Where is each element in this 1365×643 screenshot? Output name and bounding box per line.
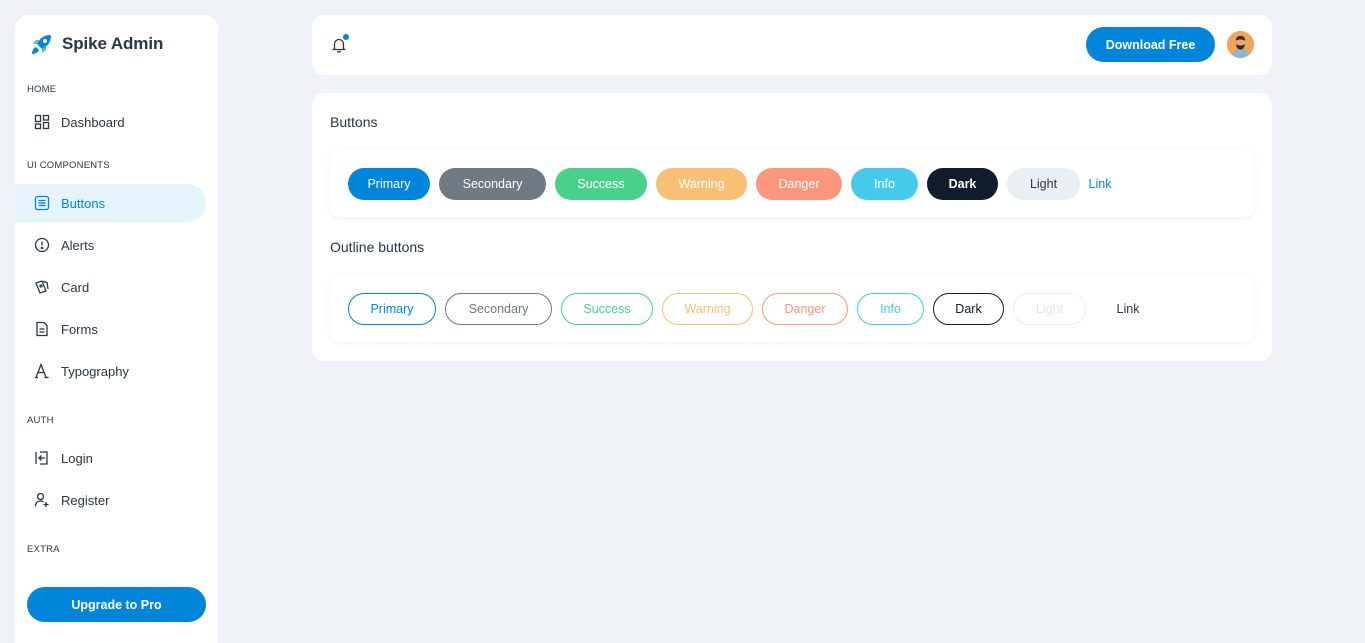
nav-caption-auth: AUTH [27, 415, 54, 426]
outline-link-button[interactable]: Link [1110, 293, 1146, 325]
nav-caption-home: HOME [27, 84, 57, 95]
brand[interactable]: Spike Admin [28, 29, 163, 59]
list-icon [34, 195, 50, 211]
upgrade-to-pro-button[interactable]: Upgrade to Pro [27, 587, 206, 622]
info-button[interactable]: Info [851, 168, 918, 200]
sidebar-item-forms[interactable]: Forms [15, 310, 206, 348]
sidebar-item-label: Typography [61, 363, 129, 379]
alert-circle-icon [34, 237, 50, 253]
link-button[interactable]: Link [1082, 168, 1118, 200]
sidebar: Spike Admin HOME Dashboard UI COMPONENTS… [15, 15, 218, 643]
brand-name: Spike Admin [62, 34, 164, 53]
avatar[interactable] [1227, 31, 1254, 58]
cards-icon [34, 279, 50, 295]
sidebar-item-login[interactable]: Login [15, 439, 206, 477]
dashboard-icon [34, 114, 50, 130]
typography-icon [34, 363, 50, 379]
rocket-logo-icon [28, 30, 56, 58]
solid-buttons-row: Primary Secondary Success Warning Danger… [330, 150, 1254, 217]
outline-success-button[interactable]: Success [561, 293, 653, 325]
outline-buttons-row: Primary Secondary Success Warning Danger… [330, 275, 1254, 342]
sidebar-item-label: Card [61, 279, 90, 295]
sidebar-item-label: Alerts [61, 237, 95, 253]
outline-danger-button[interactable]: Danger [762, 293, 848, 325]
sidebar-item-dashboard[interactable]: Dashboard [15, 103, 206, 141]
warning-button[interactable]: Warning [656, 168, 747, 200]
sidebar-item-label: Buttons [61, 195, 106, 211]
file-icon [34, 321, 50, 337]
nav-caption-ui-components: UI COMPONENTS [27, 160, 110, 171]
sidebar-item-label: Register [61, 492, 110, 508]
primary-button[interactable]: Primary [348, 168, 430, 200]
sidebar-item-label: Login [61, 450, 93, 466]
outline-info-button[interactable]: Info [857, 293, 924, 325]
notification-dot [343, 34, 349, 40]
buttons-card: Buttons Primary Secondary Success Warnin… [312, 93, 1272, 361]
user-plus-icon [34, 492, 50, 508]
download-free-button[interactable]: Download Free [1086, 27, 1215, 62]
top-header: Download Free [312, 15, 1272, 75]
sidebar-item-register[interactable]: Register [15, 481, 206, 519]
light-button[interactable]: Light [1007, 168, 1080, 200]
sidebar-item-typography[interactable]: Typography [15, 352, 206, 390]
outline-warning-button[interactable]: Warning [662, 293, 753, 325]
dark-button[interactable]: Dark [927, 168, 998, 200]
success-button[interactable]: Success [555, 168, 647, 200]
outline-primary-button[interactable]: Primary [348, 293, 436, 325]
nav-caption-extra: EXTRA [27, 544, 60, 555]
section-title-outline-buttons: Outline buttons [330, 239, 425, 255]
secondary-button[interactable]: Secondary [439, 168, 546, 200]
sidebar-item-label: Forms [61, 321, 98, 337]
section-title-buttons: Buttons [330, 114, 378, 130]
outline-light-button[interactable]: Light [1013, 293, 1086, 325]
sidebar-item-buttons[interactable]: Buttons [15, 184, 206, 222]
danger-button[interactable]: Danger [756, 168, 842, 200]
login-icon [34, 450, 50, 466]
sidebar-item-label: Dashboard [61, 114, 125, 130]
outline-dark-button[interactable]: Dark [933, 293, 1004, 325]
sidebar-item-card[interactable]: Card [15, 268, 206, 306]
outline-secondary-button[interactable]: Secondary [445, 293, 552, 325]
sidebar-item-alerts[interactable]: Alerts [15, 226, 206, 264]
